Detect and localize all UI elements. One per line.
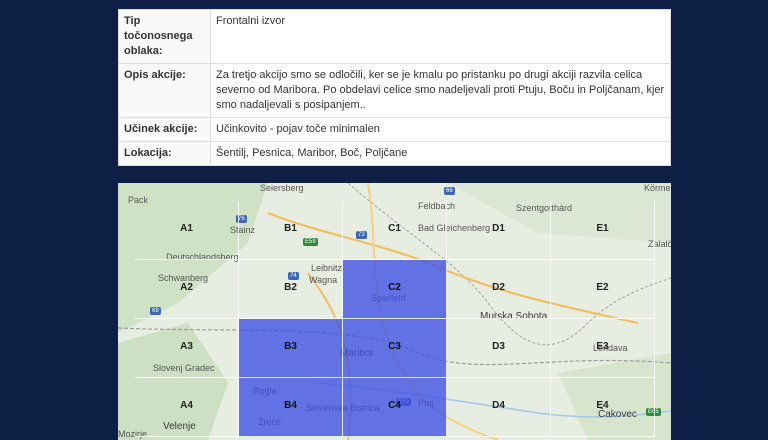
row-label: Tip točonosnega oblaka: [118,9,211,64]
grid-cell-label: A1 [180,223,193,234]
grid-cell-d3: D3 [447,319,551,378]
action-info-table: Tip točonosnega oblaka: Frontalni izvor Op… [118,9,671,166]
grid-cell-label: D2 [492,282,505,293]
table-row: Lokacija: Šentilj, Pesnica, Maribor, Boč,… [118,141,671,166]
grid-cell-label: E2 [596,282,609,293]
grid-cell-e4: E4 [551,378,655,437]
grid-cell-label: C3 [388,341,401,352]
row-value: Za tretjo akcijo smo se odločili, ker se… [210,63,671,118]
grid-cell-b1: B1 [239,201,343,260]
grid-cell-label: D3 [492,341,505,352]
place-label: Körme [644,183,671,193]
grid-cell-label: C4 [388,400,401,411]
row-value: Frontalni izvor [210,9,671,64]
table-row: Tip točonosnega oblaka: Frontalni izvor [118,9,671,64]
grid-cell-a3: A3 [135,319,239,378]
table-row: Opis akcije: Za tretjo akcijo smo se odlo… [118,63,671,118]
grid-cell-label: D1 [492,223,505,234]
grid-cell-label: C2 [388,282,401,293]
row-value: Šentilj, Pesnica, Maribor, Boč, Poljčane [210,141,671,166]
grid-cell-label: B1 [284,223,297,234]
grid-cell-e1: E1 [551,201,655,260]
grid-cell-e2: E2 [551,260,655,319]
grid-cell-d2: D2 [447,260,551,319]
grid-cell-b2: B2 [239,260,343,319]
grid-cell-label: A4 [180,400,193,411]
grid-cell-label: E4 [596,400,609,411]
grid-cell-label: C1 [388,223,401,234]
grid-cell-d4: D4 [447,378,551,437]
row-label: Učinek akcije: [118,117,211,142]
grid-cell-e3: E3 [551,319,655,378]
grid-cell-c2: C2 [343,260,447,319]
grid-cell-label: B4 [284,400,297,411]
table-row: Učinek akcije: Učinkovito - pojav toče mi… [118,117,671,142]
map: Seiersberg Pack Stainz Feldbach Szentgotthár… [118,183,671,440]
grid-cell-label: A2 [180,282,193,293]
grid-cell-label: D4 [492,400,505,411]
grid-cell-label: E3 [596,341,609,352]
grid-cell-b3: B3 [239,319,343,378]
grid-cell-label: A3 [180,341,193,352]
grid-cell-a1: A1 [135,201,239,260]
grid-cell-c4: C4 [343,378,447,437]
grid-cell-b4: B4 [239,378,343,437]
grid-cell-d1: D1 [447,201,551,260]
road-shield: 66 [444,187,455,195]
row-label: Lokacija: [118,141,211,166]
grid-cell-c1: C1 [343,201,447,260]
row-value: Učinkovito - pojav toče minimalen [210,117,671,142]
grid-cell-c3: C3 [343,319,447,378]
place-label: Seiersberg [260,183,304,193]
row-label: Opis akcije: [118,63,211,118]
grid-cell-a2: A2 [135,260,239,319]
grid-cell-label: B2 [284,282,297,293]
grid-cell-a4: A4 [135,378,239,437]
grid-cell-label: E1 [596,223,609,234]
grid-cell-label: B3 [284,341,297,352]
